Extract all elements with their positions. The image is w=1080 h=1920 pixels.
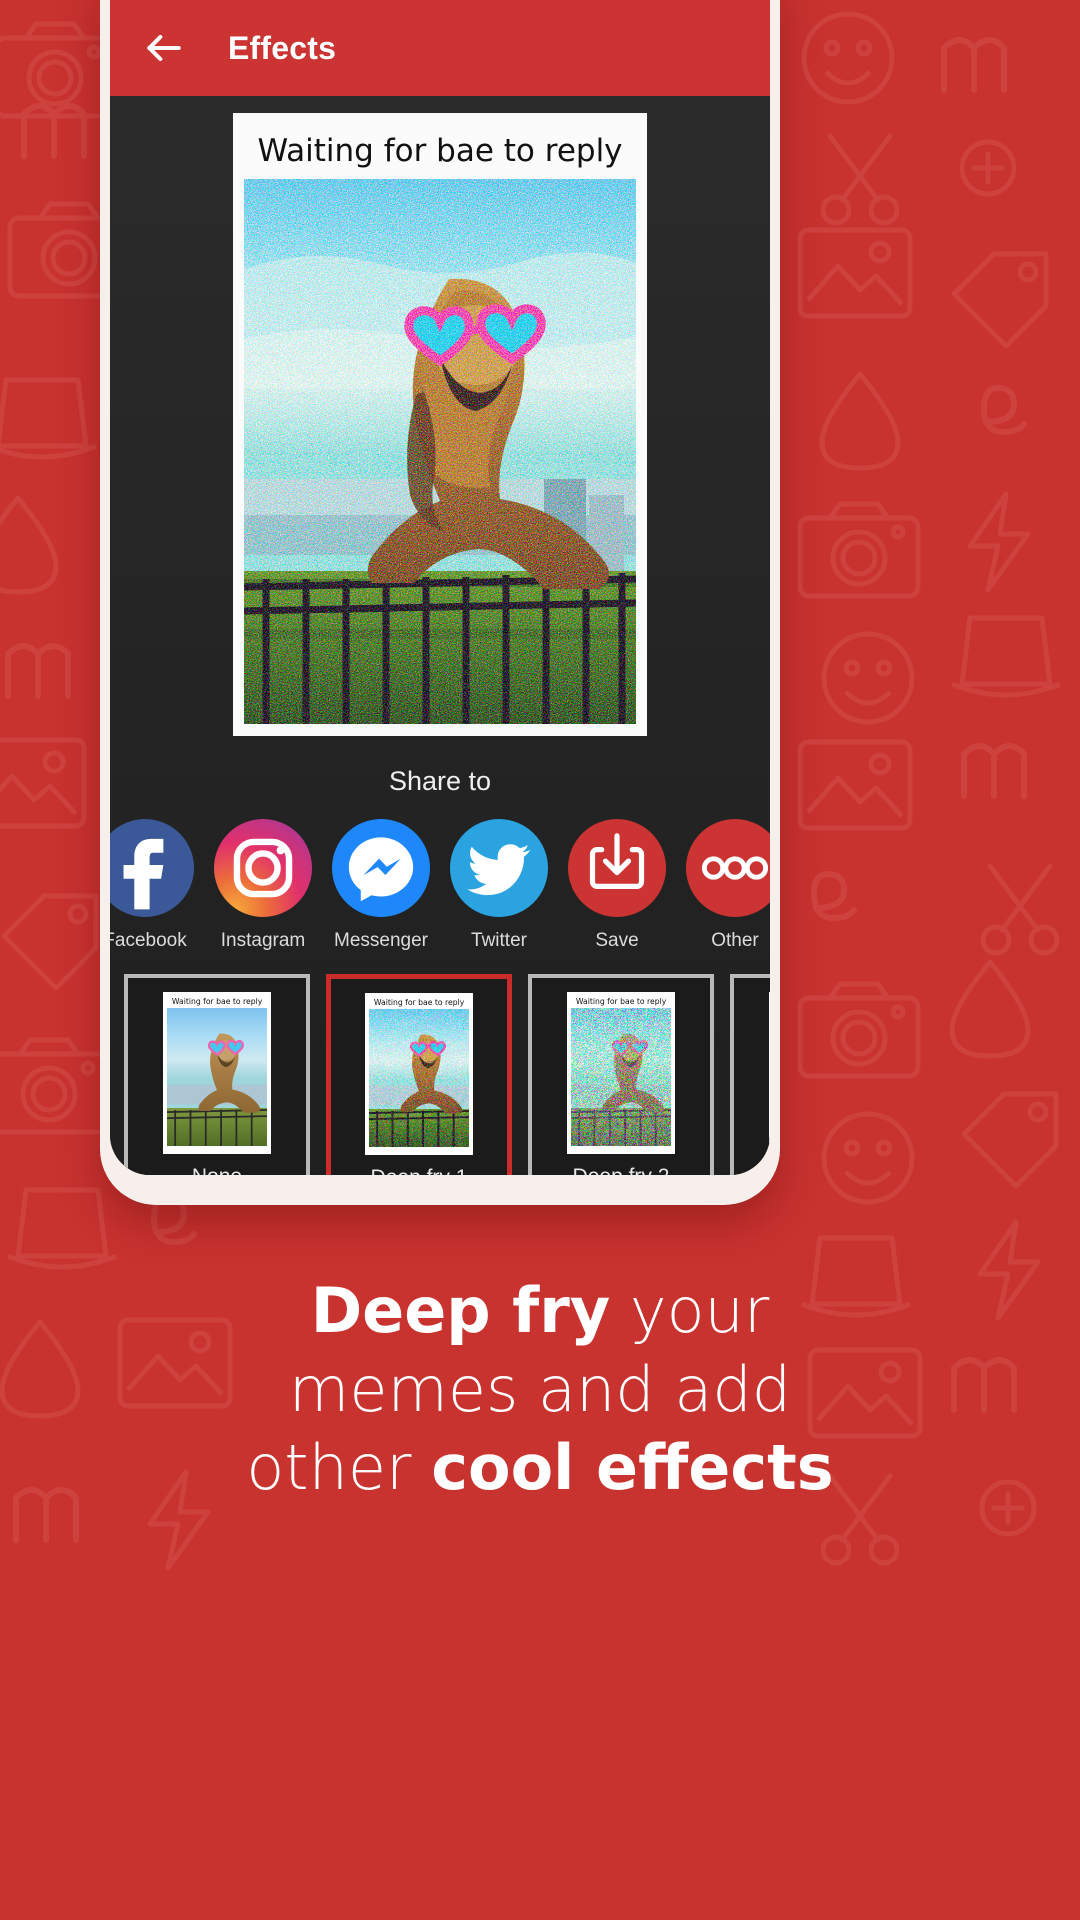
- share-button-facebook[interactable]: Facebook: [110, 819, 194, 952]
- effect-option-deep-fry-2[interactable]: Waiting for bae to reply: [528, 974, 714, 1175]
- effect-thumbnail: Waiting for bae to reply: [769, 992, 770, 1154]
- meme-image: [244, 179, 636, 724]
- facebook-icon: [110, 819, 194, 917]
- meme-caption-text: Waiting for bae to reply: [257, 133, 623, 169]
- download-icon: [568, 819, 666, 917]
- messenger-icon: [332, 819, 430, 917]
- meme-preview[interactable]: Waiting for bae to reply: [233, 113, 647, 736]
- share-button-messenger[interactable]: Messenger: [332, 819, 430, 952]
- effect-thumbnail: Waiting for bae to reply: [163, 992, 271, 1154]
- effect-thumbnail: Waiting for bae to reply: [567, 992, 675, 1154]
- share-button-instagram[interactable]: Instagram: [214, 819, 312, 952]
- effect-option-deep-fry-1[interactable]: Waiting for bae to reply: [326, 974, 512, 1175]
- effect-option-none[interactable]: Waiting for bae to reply: [124, 974, 310, 1175]
- phone-screen: Effects Waiting for bae to reply Share t…: [110, 0, 770, 1175]
- share-label-twitter: Twitter: [471, 930, 527, 951]
- app-bar: Effects: [110, 0, 770, 96]
- promo-tagline: Deep fry your memes and add other cool e…: [0, 1272, 1080, 1508]
- effect-label: None: [192, 1165, 242, 1175]
- instagram-icon: [214, 819, 312, 917]
- thumb-image: [571, 1008, 671, 1146]
- tagline-bold-3: cool effects: [431, 1431, 834, 1505]
- share-label-save: Save: [595, 930, 639, 951]
- more-icon: [686, 819, 770, 917]
- share-button-twitter[interactable]: Twitter: [450, 819, 548, 952]
- share-label-facebook: Facebook: [110, 930, 187, 951]
- share-label-other: Other: [711, 930, 759, 951]
- content-area: Waiting for bae to reply Share to Facebo…: [110, 96, 770, 1175]
- effect-label: Deep fry 2: [573, 1165, 670, 1175]
- back-arrow-icon[interactable]: [142, 26, 186, 70]
- share-label-messenger: Messenger: [334, 930, 428, 951]
- thumb-caption: Waiting for bae to reply: [171, 997, 263, 1006]
- tagline-line-3: other cool effects: [40, 1429, 1040, 1508]
- tagline-line-1: Deep fry your: [40, 1272, 1040, 1351]
- tagline-bold-1: Deep fry: [310, 1274, 611, 1347]
- thumb-image: [167, 1008, 267, 1146]
- effect-option-deep-fry-3[interactable]: Waiting for bae to reply: [730, 974, 770, 1175]
- effects-strip[interactable]: Waiting for bae to reply Waiting for bae…: [110, 974, 770, 1175]
- twitter-icon: [450, 819, 548, 917]
- thumb-caption: Waiting for bae to reply: [575, 997, 667, 1006]
- thumb-image: [369, 1009, 469, 1147]
- share-button-other[interactable]: Other: [686, 819, 770, 952]
- share-label-instagram: Instagram: [220, 930, 306, 951]
- tagline-line-2: memes and add: [288, 1352, 792, 1426]
- page-title: Effects: [228, 29, 337, 66]
- tagline-rest-3: other: [246, 1431, 432, 1505]
- thumb-caption: Waiting for bae to reply: [373, 998, 465, 1007]
- share-row: Facebook Instagram Messenger Twitter Sav…: [110, 819, 770, 952]
- effect-thumbnail: Waiting for bae to reply: [365, 993, 473, 1155]
- share-to-label: Share to: [388, 766, 492, 796]
- share-button-save[interactable]: Save: [568, 819, 666, 952]
- effect-label: Deep fry 1: [371, 1166, 468, 1175]
- tagline-rest-1: your: [610, 1274, 770, 1347]
